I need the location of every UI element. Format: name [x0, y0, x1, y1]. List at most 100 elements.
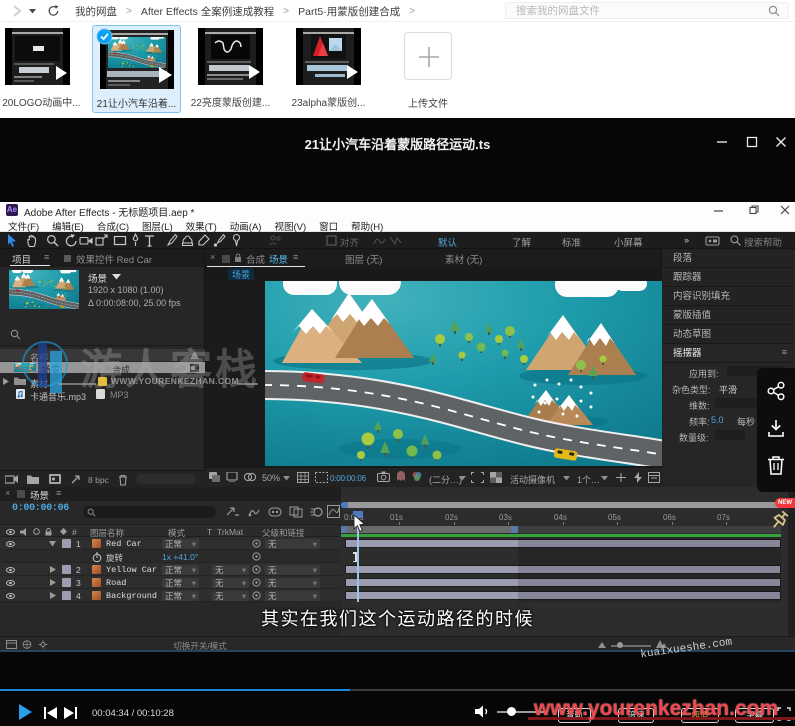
layer-name[interactable]: Red Car: [106, 539, 142, 549]
video-thumbnail-22[interactable]: 22亮度蒙版创建...: [191, 28, 270, 109]
column-t[interactable]: T: [207, 527, 212, 537]
comp-tab-close-icon[interactable]: ×: [210, 252, 215, 262]
help-search-placeholder[interactable]: 搜索帮助: [744, 235, 782, 249]
tab-layer[interactable]: 图层 (无): [345, 252, 382, 266]
ae-restore-icon[interactable]: [749, 205, 759, 215]
share-button[interactable]: [766, 381, 786, 401]
parent-select[interactable]: 无 ▾: [265, 564, 320, 575]
pickwhip-icon[interactable]: [252, 539, 261, 548]
progress-bar[interactable]: [0, 689, 795, 691]
flag-dropdown-icon[interactable]: [112, 274, 121, 280]
mask-visibility-icon[interactable]: [243, 472, 257, 482]
search-icon[interactable]: [768, 5, 780, 17]
parent-select[interactable]: 无 ▾: [265, 577, 320, 588]
delete-button[interactable]: [767, 455, 785, 476]
breadcrumb-part5[interactable]: Part5·用蒙版创建合成: [298, 4, 400, 19]
show-snapshot-icon[interactable]: [395, 471, 407, 482]
thumbnail-label[interactable]: 21让小汽车沿着...: [97, 95, 176, 110]
blend-mode-select[interactable]: 正常 ▾: [162, 590, 199, 601]
timeline-btn-icon[interactable]: [648, 472, 660, 483]
interpret-footage-icon[interactable]: [5, 474, 18, 485]
upload-button[interactable]: 上传文件: [404, 32, 452, 110]
zoom-tool-icon[interactable]: [45, 233, 60, 248]
work-area-bar[interactable]: [345, 526, 515, 533]
motion-blur-icon[interactable]: [310, 506, 324, 518]
rotation-property-row[interactable]: 旋转 1x +41.0°: [0, 550, 341, 563]
zoom-level[interactable]: 50%: [262, 473, 280, 483]
breadcrumb-course[interactable]: After Effects 全案例速成教程: [141, 4, 274, 19]
panel-menu-icon[interactable]: ≡: [44, 252, 49, 262]
selection-tool-icon[interactable]: [4, 233, 19, 248]
layer-row-red-car[interactable]: 1 Red Car 正常 ▾ 无 ▾: [0, 537, 341, 550]
always-preview-icon[interactable]: [209, 472, 221, 482]
transparency-grid-icon[interactable]: [490, 472, 502, 483]
snap-label[interactable]: 对齐: [340, 235, 359, 249]
pen-tool-icon[interactable]: [128, 233, 143, 248]
time-ruler[interactable]: 0:00s 01s 02s 03s 04s 05s 06s 07s: [341, 511, 788, 526]
workspace-overflow-icon[interactable]: »: [684, 235, 689, 246]
player-minimize-button[interactable]: [716, 136, 728, 148]
pixel-aspect-icon[interactable]: [615, 472, 627, 483]
video-thumbnail-20logo[interactable]: 20LOGO动画中...: [2, 28, 81, 109]
comp-lock-icon[interactable]: [234, 253, 242, 263]
visibility-toggle-icon[interactable]: [6, 592, 15, 599]
blend-mode-select[interactable]: 正常 ▾: [162, 564, 199, 575]
volume-icon[interactable]: [475, 704, 492, 719]
help-search-icon[interactable]: [728, 233, 743, 248]
search-input[interactable]: 搜索我的网盘文件: [505, 2, 789, 19]
clone-stamp-tool-icon[interactable]: [180, 233, 195, 248]
parent-select[interactable]: 无 ▾: [265, 590, 320, 601]
project-row-scene[interactable]: 场景 合成: [0, 362, 205, 375]
channels-icon[interactable]: [411, 471, 423, 482]
zoom-dropdown-icon[interactable]: [283, 476, 290, 481]
tab-composition-name[interactable]: 场景: [269, 252, 288, 266]
frame-blend-icon[interactable]: [289, 506, 303, 518]
layer-name[interactable]: Road: [106, 578, 126, 588]
stopwatch-icon[interactable]: [92, 552, 102, 563]
workspace-tab-default[interactable]: 默认: [438, 235, 457, 249]
project-search-icon[interactable]: [10, 329, 21, 340]
layer-name[interactable]: Background: [106, 591, 157, 601]
panel-motion-sketch[interactable]: 动态草图: [663, 325, 795, 344]
trkmat-select[interactable]: 无 ▾: [212, 564, 249, 575]
workspace-tab-learn[interactable]: 了解: [512, 235, 531, 249]
project-comp-name[interactable]: 场景: [88, 271, 107, 285]
project-row-music[interactable]: 卡通音乐.mp3 MP3: [0, 388, 205, 402]
pickwhip-icon[interactable]: [252, 578, 261, 587]
breadcrumb-my-drive[interactable]: 我的网盘: [75, 4, 117, 19]
video-thumbnail-21-selected[interactable]: 21让小汽车沿着...: [92, 25, 181, 113]
time-navigator-handle[interactable]: [341, 502, 348, 508]
draft3d-icon[interactable]: [247, 506, 261, 518]
work-area-end-handle[interactable]: [511, 526, 518, 533]
work-area-start-handle[interactable]: [341, 526, 347, 533]
thumbnail-label[interactable]: 23alpha蒙版创...: [292, 94, 366, 109]
comp-timecode[interactable]: 0:00:00:06: [330, 474, 366, 483]
next-button[interactable]: [64, 707, 77, 719]
grid-guides-icon[interactable]: [297, 472, 309, 483]
blend-mode-select[interactable]: 正常 ▾: [162, 538, 199, 549]
column-trkmat[interactable]: TrkMat: [217, 527, 243, 537]
blend-mode-select[interactable]: 正常 ▾: [162, 577, 199, 588]
resolution-select[interactable]: (二分…): [429, 473, 462, 486]
tab-effect-controls[interactable]: 效果控件 Red Car: [76, 252, 152, 266]
tab-composition-prefix[interactable]: 合成: [246, 252, 265, 266]
pickwhip-icon[interactable]: [252, 591, 261, 600]
play-button[interactable]: [19, 704, 32, 720]
player-close-button[interactable]: [775, 136, 787, 148]
roto-brush-tool-icon[interactable]: [212, 233, 227, 248]
project-flowchart-icon[interactable]: [70, 474, 81, 485]
parent-select[interactable]: 无 ▾: [265, 538, 320, 549]
workspace-tab-standard[interactable]: 标准: [562, 235, 581, 249]
pin-button[interactable]: [766, 508, 792, 534]
history-dropdown-icon[interactable]: [29, 9, 36, 14]
settings-icon[interactable]: [38, 640, 48, 649]
volume-knob[interactable]: [507, 707, 516, 716]
active-camera-select[interactable]: 活动摄像机: [510, 473, 555, 486]
expand-arrow-icon[interactable]: [50, 566, 56, 573]
project-row-folder[interactable]: 素材: [0, 375, 205, 389]
puppet-pin-tool-icon[interactable]: [229, 233, 244, 248]
refresh-icon[interactable]: [47, 4, 60, 18]
fast-preview-icon[interactable]: [632, 472, 644, 483]
project-trash-icon[interactable]: [118, 474, 128, 486]
download-button[interactable]: [766, 418, 786, 438]
